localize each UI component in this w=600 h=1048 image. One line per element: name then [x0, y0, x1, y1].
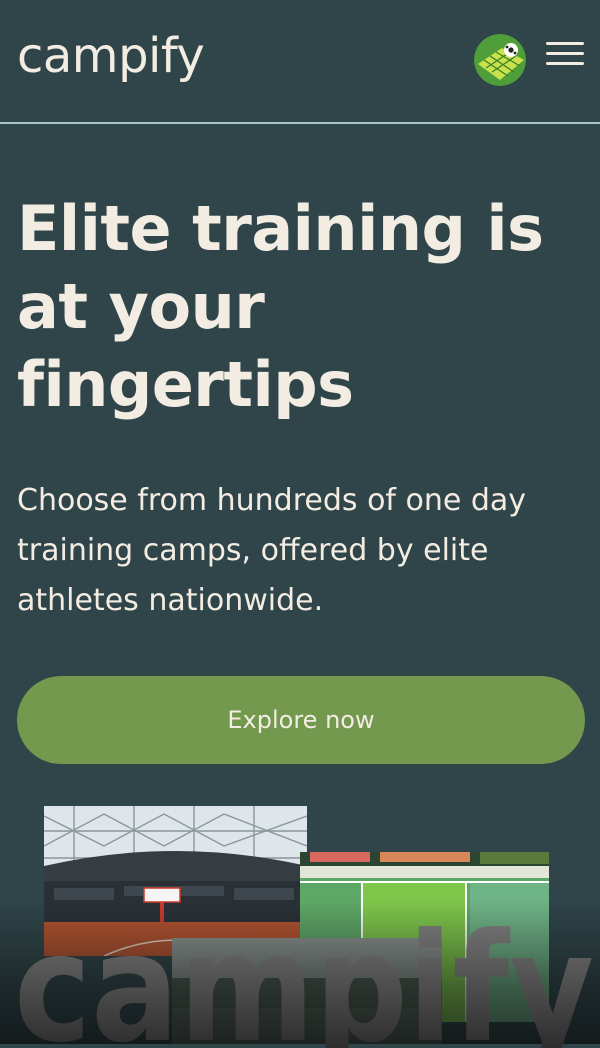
soccer-field-icon	[474, 34, 526, 86]
menu-bar	[546, 62, 584, 65]
hero-title: Elite training is at your fingertips	[17, 192, 544, 421]
brand-logo[interactable]: campify	[17, 28, 205, 84]
basketball-arena-image	[44, 806, 307, 956]
stadium-field-image	[172, 938, 442, 1044]
explore-now-button[interactable]: Explore now	[17, 676, 585, 764]
menu-bar	[546, 42, 584, 45]
hero-subtitle: Choose from hundreds of one day training…	[17, 483, 527, 618]
top-nav-bar: campify	[0, 0, 600, 124]
hamburger-menu-button[interactable]	[546, 42, 584, 72]
menu-bar	[546, 52, 584, 55]
user-avatar[interactable]	[474, 34, 526, 86]
